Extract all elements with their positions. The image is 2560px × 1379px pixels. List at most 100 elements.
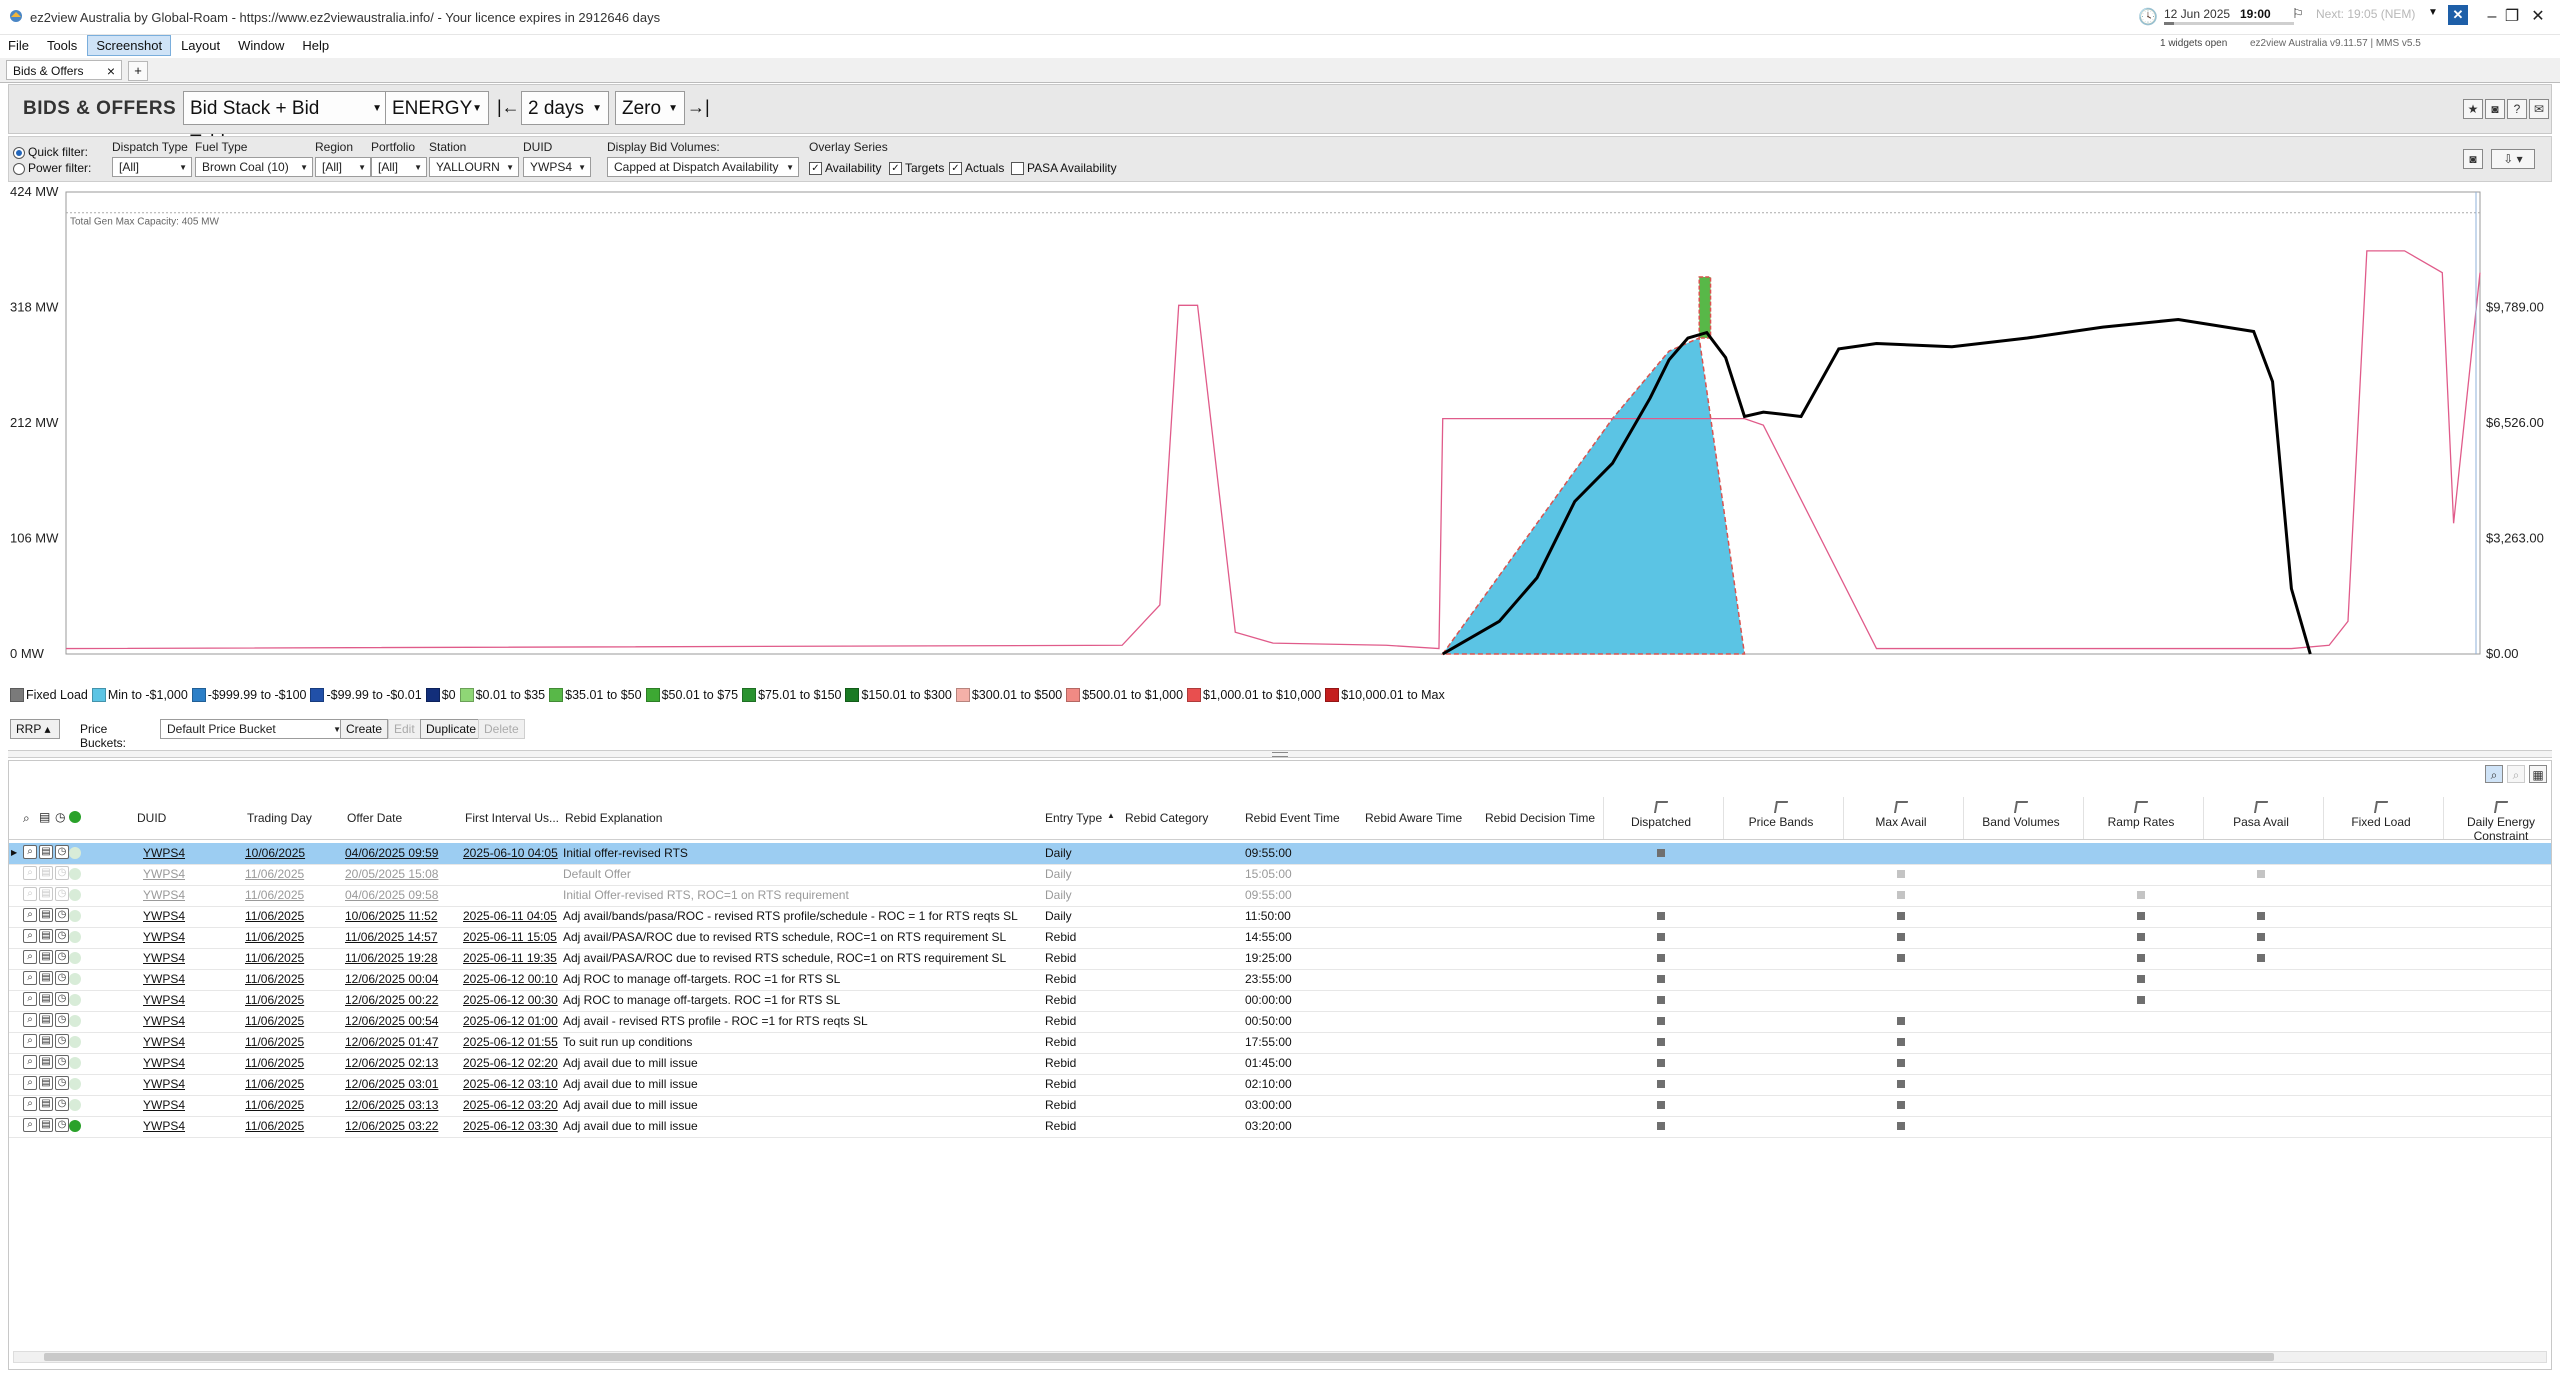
row-table-icon[interactable]: ▤: [39, 992, 53, 1006]
table-row[interactable]: ⌕ ▤ ◷ YWPS4 11/06/2025 12/06/2025 01:47 2025-0…: [9, 1032, 2551, 1054]
cell-first-interval[interactable]: 2025-06-10 04:05: [463, 846, 558, 860]
add-tab-button[interactable]: +: [128, 61, 148, 81]
row-clock-icon[interactable]: ◷: [55, 1013, 69, 1027]
column-header[interactable]: Rebid Decision Time: [1485, 811, 1595, 825]
cell-offer-date[interactable]: 12/06/2025 00:54: [345, 1014, 438, 1028]
column-header[interactable]: Entry Type: [1045, 811, 1102, 825]
cell-trading-day[interactable]: 11/06/2025: [245, 1119, 304, 1133]
row-search-icon[interactable]: ⌕: [23, 1013, 37, 1027]
flag-column-header[interactable]: Dispatched: [1609, 801, 1713, 829]
cell-duid[interactable]: YWPS4: [143, 888, 185, 902]
row-search-icon[interactable]: ⌕: [23, 992, 37, 1006]
row-search-icon[interactable]: ⌕: [23, 1118, 37, 1132]
row-clock-icon[interactable]: ◷: [55, 929, 69, 943]
cell-first-interval[interactable]: 2025-06-12 02:20: [463, 1056, 558, 1070]
legend-item[interactable]: -$99.99 to -$0.01: [310, 688, 422, 702]
row-clock-icon[interactable]: ◷: [55, 866, 69, 880]
camera-icon[interactable]: ◙: [2463, 149, 2483, 169]
cell-first-interval[interactable]: 2025-06-12 00:10: [463, 972, 558, 986]
row-search-icon[interactable]: ⌕: [23, 950, 37, 964]
menu-screenshot[interactable]: Screenshot: [87, 34, 172, 56]
flag-column-header[interactable]: Ramp Rates: [2089, 801, 2193, 829]
cell-trading-day[interactable]: 11/06/2025: [245, 888, 304, 902]
row-table-icon[interactable]: ▤: [39, 1118, 53, 1132]
legend-item[interactable]: $75.01 to $150: [742, 688, 841, 702]
cell-duid[interactable]: YWPS4: [143, 1098, 185, 1112]
fuel-type-select[interactable]: Brown Coal (10) ▼: [195, 157, 313, 177]
cell-duid[interactable]: YWPS4: [143, 1077, 185, 1091]
cell-offer-date[interactable]: 04/06/2025 09:59: [345, 846, 438, 860]
menu-tools[interactable]: Tools: [39, 36, 85, 55]
cell-duid[interactable]: YWPS4: [143, 1035, 185, 1049]
table-row[interactable]: ⌕ ▤ ◷ YWPS4 11/06/2025 12/06/2025 00:04 2025-0…: [9, 969, 2551, 991]
delete-button[interactable]: Delete: [478, 719, 525, 739]
row-clock-icon[interactable]: ◷: [55, 1034, 69, 1048]
cell-duid[interactable]: YWPS4: [143, 951, 185, 965]
cell-trading-day[interactable]: 11/06/2025: [245, 1056, 304, 1070]
bid-type-dropdown[interactable]: ENERGY ▼: [385, 91, 489, 125]
row-search-icon[interactable]: ⌕: [23, 1076, 37, 1090]
cell-offer-date[interactable]: 12/06/2025 03:22: [345, 1119, 438, 1133]
cell-first-interval[interactable]: 2025-06-12 03:30: [463, 1119, 558, 1133]
row-table-icon[interactable]: ▤: [39, 950, 53, 964]
column-header[interactable]: Offer Date: [347, 811, 402, 825]
column-header[interactable]: Trading Day: [247, 811, 312, 825]
cell-duid[interactable]: YWPS4: [143, 909, 185, 923]
clock-column-icon[interactable]: ◷: [55, 810, 65, 824]
row-clock-icon[interactable]: ◷: [55, 1097, 69, 1111]
table-column-icon[interactable]: ▤: [39, 810, 50, 824]
close-button[interactable]: ✕: [2520, 4, 2556, 30]
step-back-icon[interactable]: |←: [497, 97, 520, 118]
row-table-icon[interactable]: ▤: [39, 866, 53, 880]
row-clock-icon[interactable]: ◷: [55, 887, 69, 901]
cell-first-interval[interactable]: 2025-06-12 00:30: [463, 993, 558, 1007]
cell-duid[interactable]: YWPS4: [143, 846, 185, 860]
row-table-icon[interactable]: ▤: [39, 887, 53, 901]
legend-item[interactable]: -$999.99 to -$100: [191, 688, 306, 702]
table-row[interactable]: ⌕ ▤ ◷ YWPS4 11/06/2025 10/06/2025 11:52 2025-0…: [9, 906, 2551, 928]
flag-column-header[interactable]: Daily Energy Constraint: [2449, 801, 2553, 843]
row-clock-icon[interactable]: ◷: [55, 950, 69, 964]
table-row[interactable]: ⌕ ▤ ◷ YWPS4 11/06/2025 20/05/2025 15:08 Defaul…: [9, 864, 2551, 886]
power-filter-radio[interactable]: Power filter:: [13, 161, 91, 175]
row-table-icon[interactable]: ▤: [39, 929, 53, 943]
flag-column-header[interactable]: Price Bands: [1729, 801, 1833, 829]
cell-first-interval[interactable]: 2025-06-12 03:10: [463, 1077, 558, 1091]
comment-icon[interactable]: ✉: [2529, 99, 2549, 119]
row-clock-icon[interactable]: ◷: [55, 992, 69, 1006]
cell-duid[interactable]: YWPS4: [143, 993, 185, 1007]
row-clock-icon[interactable]: ◷: [55, 908, 69, 922]
station-select[interactable]: YALLOURN ▼: [429, 157, 519, 177]
column-header[interactable]: First Interval Us...: [465, 811, 559, 825]
legend-item[interactable]: $10,000.01 to Max: [1325, 688, 1445, 702]
row-table-icon[interactable]: ▤: [39, 1013, 53, 1027]
menu-help[interactable]: Help: [294, 36, 337, 55]
cell-duid[interactable]: YWPS4: [143, 1119, 185, 1133]
next-dropdown-arrow[interactable]: ▼: [2428, 7, 2438, 18]
legend-item[interactable]: $50.01 to $75: [645, 688, 738, 702]
legend-item[interactable]: $300.01 to $500: [955, 688, 1062, 702]
menu-file[interactable]: File: [0, 36, 37, 55]
cell-first-interval[interactable]: 2025-06-11 15:05: [463, 930, 557, 944]
cell-offer-date[interactable]: 11/06/2025 19:28: [345, 951, 438, 965]
period-dropdown[interactable]: 2 days ▼: [521, 91, 609, 125]
row-clock-icon[interactable]: ◷: [55, 1055, 69, 1069]
display-bid-volumes-select[interactable]: Capped at Dispatch Availability ▼: [607, 157, 799, 177]
table-row[interactable]: ⌕ ▤ ◷ YWPS4 11/06/2025 12/06/2025 02:13 2025-0…: [9, 1053, 2551, 1075]
cell-trading-day[interactable]: 11/06/2025: [245, 972, 304, 986]
row-table-icon[interactable]: ▤: [39, 1055, 53, 1069]
rrp-toggle-button[interactable]: RRP ▴: [10, 719, 60, 739]
cell-offer-date[interactable]: 20/05/2025 15:08: [345, 867, 438, 881]
column-header[interactable]: Rebid Event Time: [1245, 811, 1340, 825]
price-bucket-select[interactable]: Default Price Bucket ▼: [160, 719, 346, 739]
legend-item[interactable]: $1,000.01 to $10,000: [1187, 688, 1321, 702]
cell-trading-day[interactable]: 11/06/2025: [245, 951, 304, 965]
legend-item[interactable]: $35.01 to $50: [549, 688, 642, 702]
cell-offer-date[interactable]: 10/06/2025 11:52: [345, 909, 438, 923]
quick-filter-radio[interactable]: Quick filter:: [13, 145, 88, 159]
cell-first-interval[interactable]: 2025-06-12 03:20: [463, 1098, 558, 1112]
search-column-icon[interactable]: ⌕: [23, 811, 30, 826]
cell-first-interval[interactable]: 2025-06-12 01:00: [463, 1014, 558, 1028]
table-row[interactable]: ▶ ⌕ ▤ ◷ YWPS4 10/06/2025 04/06/2025 09:59 2025-…: [9, 843, 2551, 865]
row-table-icon[interactable]: ▤: [39, 1076, 53, 1090]
